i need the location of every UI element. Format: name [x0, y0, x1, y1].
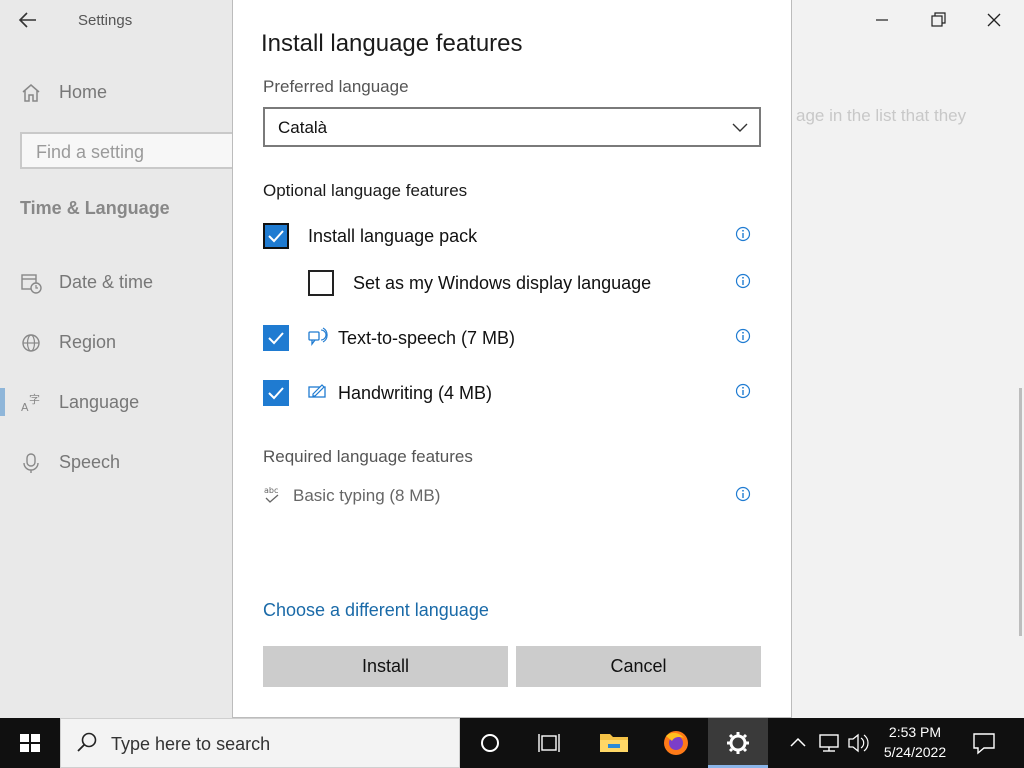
back-button[interactable]: [16, 8, 44, 32]
handwriting-checkbox[interactable]: [263, 380, 289, 406]
cortana-button[interactable]: [460, 718, 520, 768]
sidebar-item-label: Home: [59, 82, 108, 102]
settings-sidebar: Settings Home Find a setting Time & Lang…: [0, 0, 260, 718]
text-to-speech-label: Text-to-speech (7 MB): [338, 328, 516, 348]
taskbar: Type here to search 2:53 PM 5/24/2022: [0, 718, 1024, 768]
microphone-icon: [20, 452, 42, 474]
network-button[interactable]: [816, 718, 842, 768]
sidebar-item-language[interactable]: A字 Language: [0, 382, 233, 422]
taskbar-search-placeholder: Type here to search: [111, 734, 271, 754]
action-center-button[interactable]: [966, 718, 1002, 768]
network-icon: [819, 734, 839, 752]
checkmark-icon: [268, 230, 284, 243]
svg-text:abc: abc: [264, 486, 278, 495]
close-icon: [987, 13, 1001, 27]
start-button[interactable]: [0, 718, 60, 768]
svg-text:字: 字: [29, 392, 40, 406]
install-button[interactable]: Install: [263, 646, 508, 687]
task-view-button[interactable]: [520, 718, 580, 768]
handwriting-label: Handwriting (4 MB): [338, 383, 493, 403]
info-icon[interactable]: [735, 486, 751, 502]
svg-text:A: A: [21, 401, 29, 414]
language-icon: A字: [20, 392, 42, 414]
clock-date: 5/24/2022: [883, 744, 947, 760]
clock[interactable]: 2:53 PM 5/24/2022: [870, 722, 960, 762]
firefox-icon: [664, 731, 688, 755]
show-hidden-icons-button[interactable]: [786, 718, 810, 768]
task-view-icon: [538, 734, 560, 752]
install-language-dialog: Install language features Preferred lang…: [232, 0, 792, 718]
globe-icon: [20, 332, 42, 354]
settings-taskbar-button[interactable]: [708, 718, 768, 768]
speech-bubble-icon: [307, 326, 329, 348]
checkmark-icon: [268, 387, 284, 400]
basic-typing-label: Basic typing (8 MB): [293, 486, 441, 505]
gear-icon: [727, 732, 749, 754]
install-language-pack-checkbox[interactable]: [263, 223, 289, 249]
restore-button[interactable]: [924, 6, 952, 34]
file-explorer-button[interactable]: [584, 718, 644, 768]
calendar-clock-icon: [20, 272, 42, 294]
chevron-up-icon: [790, 737, 806, 747]
volume-button[interactable]: [846, 718, 870, 768]
display-language-checkbox[interactable]: [308, 270, 334, 296]
checkmark-icon: [268, 332, 284, 345]
close-button[interactable]: [980, 6, 1008, 34]
text-to-speech-checkbox[interactable]: [263, 325, 289, 351]
sidebar-item-home[interactable]: Home: [0, 72, 233, 112]
info-icon[interactable]: [735, 226, 751, 242]
restore-icon: [931, 12, 946, 27]
preferred-language-value: Català: [278, 118, 328, 137]
info-icon[interactable]: [735, 273, 751, 289]
minimize-button[interactable]: [868, 6, 896, 34]
chevron-down-icon: [731, 119, 749, 135]
search-icon: [75, 731, 99, 760]
app-title: Settings: [78, 12, 133, 29]
preferred-language-label: Preferred language: [263, 77, 409, 96]
speaker-icon: [848, 733, 869, 753]
preferred-language-dropdown[interactable]: Català: [263, 107, 761, 147]
pen-icon: [307, 381, 329, 403]
sidebar-item-label: Date & time: [59, 272, 154, 292]
section-title: Time & Language: [20, 198, 170, 218]
firefox-button[interactable]: [646, 718, 706, 768]
back-arrow-icon: [18, 12, 36, 28]
sidebar-item-label: Region: [59, 332, 117, 352]
sidebar-item-region[interactable]: Region: [0, 322, 233, 362]
windows-logo-icon: [20, 734, 40, 752]
home-icon: [20, 82, 42, 104]
display-language-label: Set as my Windows display language: [353, 273, 652, 293]
optional-features-header: Optional language features: [263, 181, 468, 200]
minimize-icon: [876, 19, 888, 21]
info-icon[interactable]: [735, 328, 751, 344]
required-features-header: Required language features: [263, 447, 473, 466]
cortana-icon: [481, 734, 499, 752]
abc-check-icon: abc: [263, 484, 285, 506]
clock-time: 2:53 PM: [888, 724, 942, 740]
info-icon[interactable]: [735, 383, 751, 399]
scrollbar[interactable]: [1019, 388, 1022, 636]
folder-icon: [600, 734, 628, 752]
find-setting-input[interactable]: Find a setting: [20, 132, 260, 169]
search-placeholder: Find a setting: [36, 142, 145, 162]
install-language-pack-label: Install language pack: [308, 226, 478, 246]
sidebar-item-date-time[interactable]: Date & time: [0, 262, 233, 302]
background-content-text: age in the list that they: [796, 106, 967, 125]
choose-different-language-link[interactable]: Choose a different language: [263, 600, 489, 621]
cancel-button[interactable]: Cancel: [516, 646, 761, 687]
taskbar-search-box[interactable]: Type here to search: [60, 718, 460, 768]
sidebar-item-label: Language: [59, 392, 140, 412]
sidebar-item-speech[interactable]: Speech: [0, 442, 233, 482]
sidebar-item-label: Speech: [59, 452, 121, 472]
notification-icon: [973, 733, 995, 755]
dialog-title: Install language features: [261, 30, 523, 57]
